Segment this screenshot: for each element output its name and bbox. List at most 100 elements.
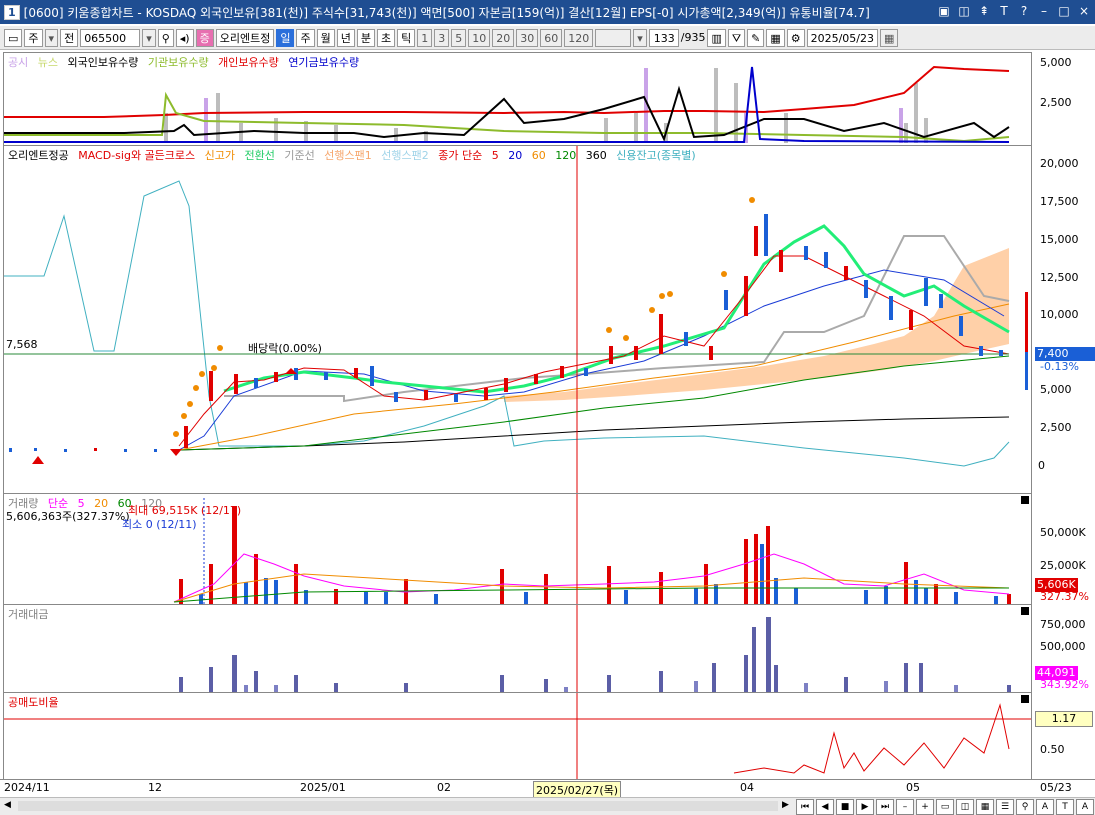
menu-button[interactable]: ▭ — [4, 28, 23, 47]
list-view-icon[interactable]: ☰ — [996, 799, 1014, 815]
interval-custom-input[interactable] — [595, 28, 632, 47]
type-icon[interactable]: T — [1056, 799, 1074, 815]
volume-pane[interactable]: 거래량 단순 5 20 60 120 5,606,363주(327.37%) 최… — [3, 493, 1032, 605]
interval-120[interactable]: 120 — [564, 28, 594, 47]
grid-view-icon[interactable]: ▦ — [976, 799, 994, 815]
scroll-track[interactable] — [18, 801, 778, 811]
pin-icon[interactable]: ⇞ — [977, 3, 991, 19]
interval-10[interactable]: 10 — [468, 28, 491, 47]
short-ytick: 0.50 — [1040, 743, 1065, 756]
period-month[interactable]: 월 — [316, 28, 335, 47]
zoom-out-icon[interactable]: – — [896, 799, 914, 815]
investor-ytick: 2,500 — [1040, 96, 1072, 109]
sound-icon[interactable]: ◂) — [175, 28, 194, 47]
code-dropdown-icon[interactable]: ▾ — [142, 28, 156, 47]
price-pane[interactable]: 오리엔트정공 MACD-sig와 골든크로스 신고가 전환선 기준선 선행스팬1… — [3, 145, 1032, 494]
x-label: 05 — [906, 781, 920, 794]
interval-5[interactable]: 5 — [451, 28, 467, 47]
scroll-left-icon[interactable]: ◀ — [4, 800, 11, 810]
draw-icon[interactable]: ✎ — [747, 28, 765, 47]
forward-icon[interactable]: ⏭ — [876, 799, 894, 815]
interval-1[interactable]: 1 — [417, 28, 433, 47]
investor-ytick: 5,000 — [1040, 56, 1072, 69]
period-second[interactable]: 초 — [376, 28, 396, 47]
price-ytick: 20,000 — [1040, 157, 1079, 170]
interval-60[interactable]: 60 — [540, 28, 563, 47]
x-label: 2025/01 — [300, 781, 346, 794]
short-chart — [4, 693, 1031, 779]
period-year[interactable]: 년 — [336, 28, 355, 47]
investor-chart — [4, 65, 1010, 143]
fit-icon[interactable]: ▭ — [936, 799, 954, 815]
amount-ytick: 750,000 — [1040, 618, 1086, 631]
x-label: 05/23 — [1040, 781, 1072, 794]
chart-toolbar: ▭ 주 ▾ 전 065500 ▾ ⚲ ◂) 증 오리엔트정 일 주 월 년 분 … — [0, 26, 1095, 50]
volume-ytick: 50,000K — [1040, 526, 1086, 539]
candle-type-icon[interactable]: ▥ — [707, 28, 726, 47]
play-icon[interactable]: ▶ — [856, 799, 874, 815]
prev-button[interactable]: 전 — [60, 28, 79, 47]
zoom-in-icon[interactable]: + — [916, 799, 934, 815]
minimize-icon[interactable]: – — [1037, 3, 1051, 19]
dropdown-icon[interactable]: ▾ — [44, 28, 59, 47]
title-bar: 1 [0600] 키움종합차트 - KOSDAQ 외국인보유[381(천)] 주… — [0, 0, 1095, 24]
period-minute[interactable]: 분 — [356, 28, 375, 47]
hline-label: 7,568 — [6, 338, 38, 351]
search-icon[interactable]: ⚲ — [157, 28, 174, 47]
calendar-icon[interactable]: ▦ — [880, 28, 899, 47]
prev-icon[interactable]: ◀ — [816, 799, 834, 815]
magnify-icon[interactable]: ⚲ — [1016, 799, 1034, 815]
price-ytick: 5,000 — [1040, 383, 1072, 396]
close-icon[interactable]: × — [1077, 3, 1091, 19]
investor-pane[interactable]: 공시 뉴스 외국인보유수량 기관보유수량 개인보유수량 연기금보유수량 — [3, 52, 1032, 146]
price-ytick: 0 — [1038, 459, 1045, 472]
layout-icon[interactable]: ▣ — [937, 3, 951, 19]
window-controls: ▣ ◫ ⇞ T ? – □ × — [937, 3, 1091, 19]
current-price-badge: 7,400 — [1035, 347, 1095, 361]
today-candle-up — [1025, 292, 1028, 352]
interval-dropdown-icon[interactable]: ▾ — [633, 28, 647, 47]
volume-close-icon[interactable] — [1021, 496, 1029, 504]
settings-icon[interactable]: ⚙ — [786, 28, 805, 47]
window-title: [0600] 키움종합차트 - KOSDAQ 외국인보유[381(천)] 주식수… — [23, 5, 870, 20]
price-ytick: 2,500 — [1040, 421, 1072, 434]
price-ytick: 10,000 — [1040, 308, 1079, 321]
stock-name: 오리엔트정 — [215, 28, 275, 47]
stop-icon[interactable]: ■ — [836, 799, 854, 815]
window-number[interactable]: 1 — [4, 4, 20, 20]
date-input[interactable]: 2025/05/23 — [806, 28, 879, 47]
amount-pane[interactable]: 거래대금 — [3, 604, 1032, 693]
interval-30[interactable]: 30 — [516, 28, 539, 47]
period-day[interactable]: 일 — [276, 28, 295, 47]
count-input[interactable]: 133 — [648, 28, 679, 47]
amount-current-pct: 343.92% — [1040, 678, 1089, 691]
stock-code-input[interactable]: 065500 — [80, 28, 141, 47]
split-view-icon[interactable]: ◫ — [956, 799, 974, 815]
short-close-icon[interactable] — [1021, 695, 1029, 703]
period-week[interactable]: 주 — [296, 28, 315, 47]
total-count: /935 — [680, 31, 706, 44]
text-icon[interactable]: T — [997, 3, 1011, 19]
interval-3[interactable]: 3 — [434, 28, 450, 47]
short-pane[interactable]: 공매도비율 — [3, 692, 1032, 780]
font-icon[interactable]: A — [1036, 799, 1054, 815]
scroll-bar[interactable]: ◀ ▶ ⏮ ◀ ■ ▶ ⏭ – + ▭ ◫ ▦ ☰ ⚲ A T A — [0, 797, 1095, 815]
scroll-right-icon[interactable]: ▶ — [782, 800, 789, 810]
maximize-icon[interactable]: □ — [1057, 3, 1071, 19]
grid-icon[interactable]: ▦ — [766, 28, 785, 47]
amount-close-icon[interactable] — [1021, 607, 1029, 615]
text-size-icon[interactable]: A — [1076, 799, 1094, 815]
x-label: 2024/11 — [4, 781, 50, 794]
help-icon[interactable]: ? — [1017, 3, 1031, 19]
rewind-icon[interactable]: ⏮ — [796, 799, 814, 815]
x-label: 12 — [148, 781, 162, 794]
split-icon[interactable]: ◫ — [957, 3, 971, 19]
period-tick[interactable]: 틱 — [397, 28, 416, 47]
chart-type-icon[interactable]: ⛛ — [727, 28, 746, 47]
interval-20[interactable]: 20 — [492, 28, 515, 47]
x-label: 04 — [740, 781, 754, 794]
market-select[interactable]: 주 — [24, 28, 43, 47]
today-candle-down — [1025, 352, 1028, 390]
price-ytick: 12,500 — [1040, 271, 1079, 284]
price-chart — [4, 146, 1010, 493]
